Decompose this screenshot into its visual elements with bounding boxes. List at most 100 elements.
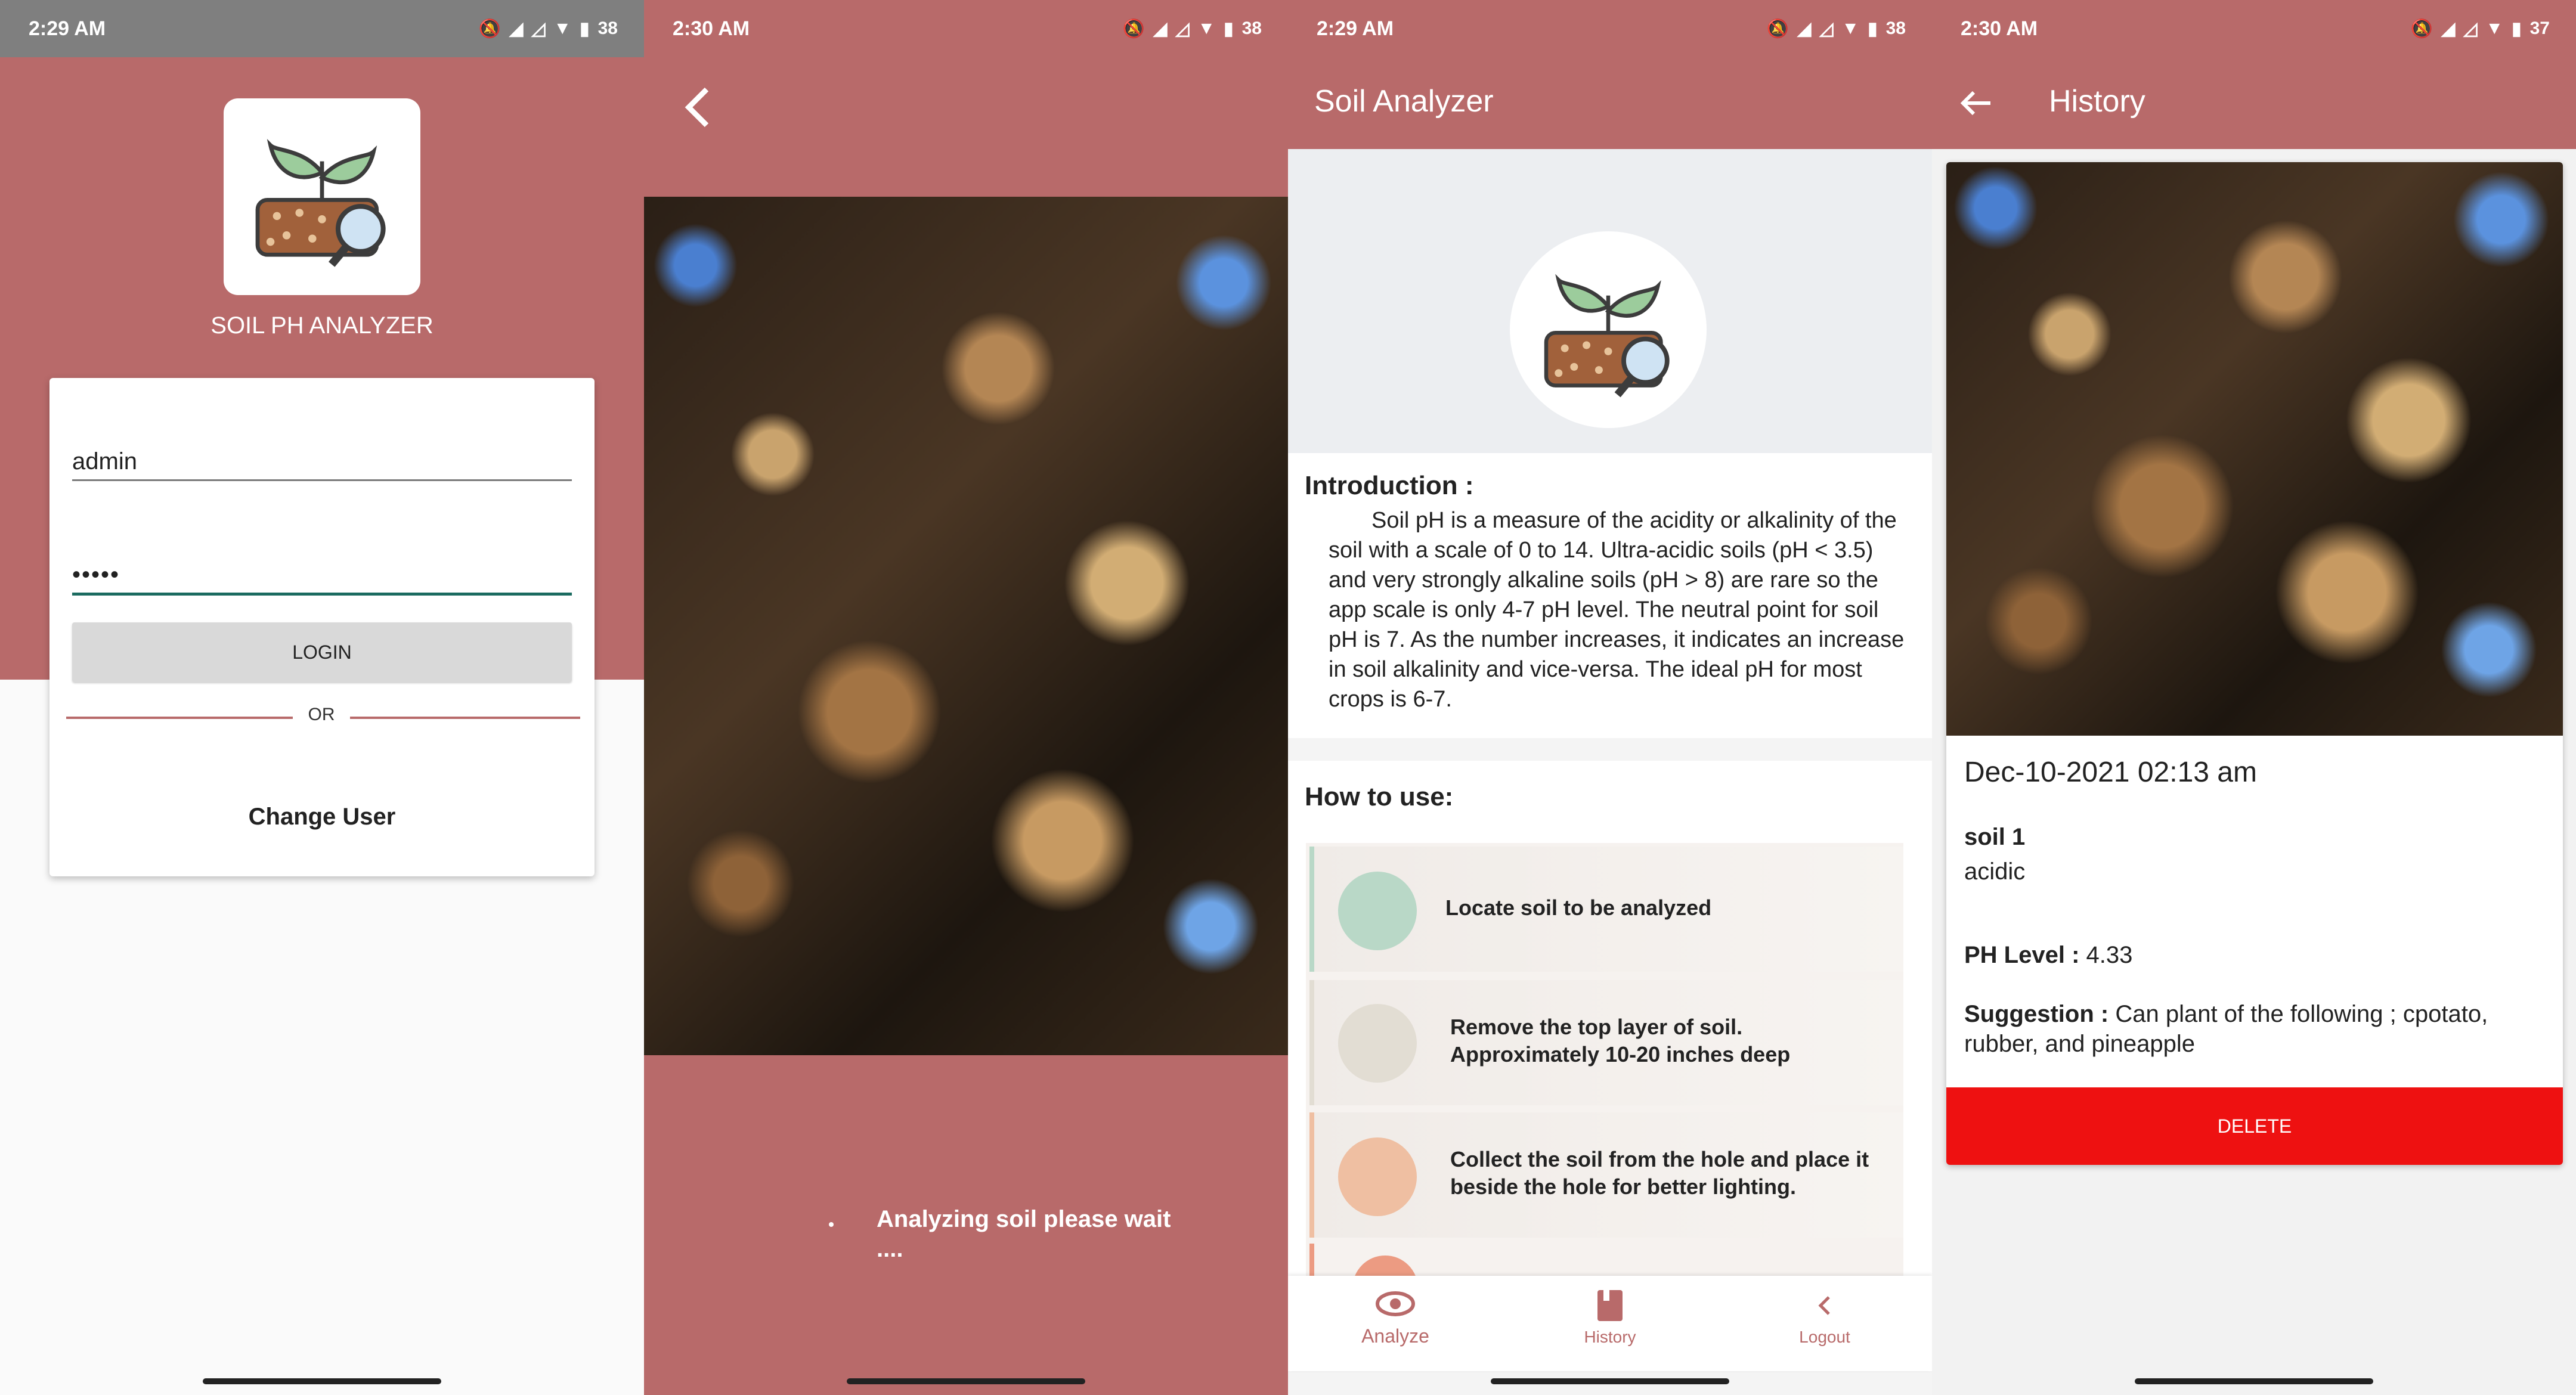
history-date: Dec-10-2021 02:13 am xyxy=(1964,757,2257,788)
gesture-bar xyxy=(203,1378,441,1384)
battery-icon: ▮ xyxy=(580,18,590,39)
step-item xyxy=(1309,1244,1903,1276)
mute-icon: 🔕 xyxy=(478,18,501,39)
logo-section xyxy=(1288,149,1932,453)
status-icons: 🔕 ◢ ◿ ▼ ▮ 38 xyxy=(1123,18,1262,39)
signal-icon: ◢ xyxy=(1153,18,1168,39)
password-input[interactable]: ••••• xyxy=(72,557,572,596)
nav-logout[interactable]: Logout xyxy=(1717,1276,1932,1371)
battery-level: 38 xyxy=(1241,18,1262,38)
gesture-bar xyxy=(1491,1378,1729,1384)
nav-label: Analyze xyxy=(1361,1325,1429,1347)
nav-history[interactable]: History xyxy=(1503,1276,1717,1371)
wifi-icon: ▼ xyxy=(2485,18,2504,38)
app-title: SOIL PH ANALYZER xyxy=(210,312,434,339)
change-user-button[interactable]: Change User xyxy=(49,804,595,830)
ph-label: PH Level : xyxy=(1964,942,2080,968)
mute-icon: 🔕 xyxy=(1766,18,1789,39)
suggestion-row: Suggestion : Can plant of the following … xyxy=(1964,999,2549,1059)
suggestion-label: Suggestion : xyxy=(1964,1001,2109,1027)
step-item: Remove the top layer of soil. Approximat… xyxy=(1309,980,1903,1105)
back-arrow-icon[interactable] xyxy=(1958,88,1994,118)
signal-icon: ◿ xyxy=(531,18,546,39)
step-dot xyxy=(1338,1137,1417,1216)
signal-icon: ◢ xyxy=(509,18,524,39)
wifi-icon: ▼ xyxy=(553,18,572,38)
ph-value: 4.33 xyxy=(2086,942,2133,968)
intro-heading: Introduction : xyxy=(1305,471,1474,500)
step-dot xyxy=(1338,872,1417,950)
soil-photo xyxy=(1946,162,2563,736)
login-button[interactable]: LOGIN xyxy=(72,622,572,682)
battery-icon: ▮ xyxy=(2512,18,2522,39)
status-bar: 2:30 AM 🔕 ◢ ◿ ▼ ▮ 38 xyxy=(644,0,1288,57)
delete-button[interactable]: DELETE xyxy=(1946,1087,2563,1165)
toolbar-title: Soil Analyzer xyxy=(1314,84,1494,119)
gesture-bar xyxy=(2135,1378,2373,1384)
signal-icon: ◿ xyxy=(1175,18,1190,39)
soil-name: soil 1 xyxy=(1964,824,2026,850)
status-icons: 🔕 ◢ ◿ ▼ ▮ 37 xyxy=(2411,18,2550,39)
battery-level: 38 xyxy=(597,18,618,38)
soil-photo xyxy=(644,197,1288,1055)
step-text: Collect the soil from the hole and place… xyxy=(1450,1147,1869,1199)
step-dot xyxy=(1338,1004,1417,1083)
login-screen: 2:29 AM 🔕 ◢ ◿ ▼ ▮ 38 SOIL PH ANALYZER ad… xyxy=(0,0,644,1395)
step-item: Collect the soil from the hole and place… xyxy=(1309,1112,1903,1238)
divider-right xyxy=(350,717,580,719)
howto-heading: How to use: xyxy=(1305,782,1454,811)
wifi-icon: ▼ xyxy=(1197,18,1216,38)
status-bar: 2:29 AM 🔕 ◢ ◿ ▼ ▮ 38 xyxy=(0,0,644,57)
step-item: Locate soil to be analyzed xyxy=(1309,847,1903,972)
intro-text: Soil pH is a measure of the acidity or a… xyxy=(1329,508,1905,712)
howto-section: How to use: Locate soil to be analyzed R… xyxy=(1288,761,1932,1276)
status-time: 2:29 AM xyxy=(1317,17,1394,40)
battery-level: 38 xyxy=(1885,18,1906,38)
nav-analyze[interactable]: Analyze xyxy=(1288,1276,1503,1371)
status-time: 2:30 AM xyxy=(1961,17,2038,40)
status-bar: 2:30 AM 🔕 ◢ ◿ ▼ ▮ 37 xyxy=(1932,0,2576,57)
mute-icon: 🔕 xyxy=(1122,18,1145,39)
loading-text: Analyzing soil please wait .... xyxy=(877,1206,1171,1262)
status-bar: 2:29 AM 🔕 ◢ ◿ ▼ ▮ 38 xyxy=(1288,0,1932,57)
bottom-nav: Analyze History Logout xyxy=(1288,1276,1932,1371)
mute-icon: 🔕 xyxy=(2410,18,2433,39)
step-dot xyxy=(1352,1256,1418,1276)
status-icons: 🔕 ◢ ◿ ▼ ▮ 38 xyxy=(479,18,618,39)
login-card: admin ••••• LOGIN OR Change User xyxy=(49,378,595,876)
signal-icon: ◿ xyxy=(1819,18,1834,39)
divider-left xyxy=(66,717,293,719)
battery-level: 37 xyxy=(2529,18,2550,38)
plant-magnifier-icon xyxy=(255,139,386,267)
gesture-bar xyxy=(847,1378,1085,1384)
book-icon xyxy=(1597,1290,1623,1321)
steps-list: Locate soil to be analyzed Remove the to… xyxy=(1306,843,1903,1276)
step-text: Locate soil to be analyzed xyxy=(1445,895,1712,920)
analyzing-screen: 2:30 AM 🔕 ◢ ◿ ▼ ▮ 38 Analyzing soil plea… xyxy=(644,0,1288,1395)
history-screen: 2:30 AM 🔕 ◢ ◿ ▼ ▮ 37 History Dec-10-2021… xyxy=(1932,0,2576,1395)
signal-icon: ◢ xyxy=(2441,18,2456,39)
battery-icon: ▮ xyxy=(1868,18,1878,39)
app-logo xyxy=(1510,231,1707,428)
nav-label: History xyxy=(1584,1328,1636,1346)
signal-icon: ◢ xyxy=(1797,18,1812,39)
app-logo xyxy=(224,98,420,295)
wifi-icon: ▼ xyxy=(1841,18,1860,38)
toolbar-title: History xyxy=(2049,84,2145,119)
signal-icon: ◿ xyxy=(2463,18,2478,39)
battery-icon: ▮ xyxy=(1224,18,1234,39)
status-time: 2:29 AM xyxy=(29,17,106,40)
username-input[interactable]: admin xyxy=(72,444,572,481)
plant-magnifier-icon xyxy=(1544,274,1670,398)
history-card: Dec-10-2021 02:13 am soil 1 acidic PH Le… xyxy=(1946,162,2563,1165)
back-chevron-icon[interactable] xyxy=(680,83,716,131)
home-screen: 2:29 AM 🔕 ◢ ◿ ▼ ▮ 38 Soil Analyzer Intro… xyxy=(1288,0,1932,1395)
intro-section: Introduction : Soil pH is a measure of t… xyxy=(1288,453,1932,738)
nav-label: Logout xyxy=(1799,1328,1850,1346)
status-icons: 🔕 ◢ ◿ ▼ ▮ 38 xyxy=(1767,18,1906,39)
step-text: Remove the top layer of soil. Approximat… xyxy=(1450,1015,1791,1067)
chevron-left-icon xyxy=(1818,1296,1830,1315)
soil-type: acidic xyxy=(1964,858,2026,885)
status-time: 2:30 AM xyxy=(673,17,750,40)
ph-row: PH Level : 4.33 xyxy=(1964,942,2132,969)
